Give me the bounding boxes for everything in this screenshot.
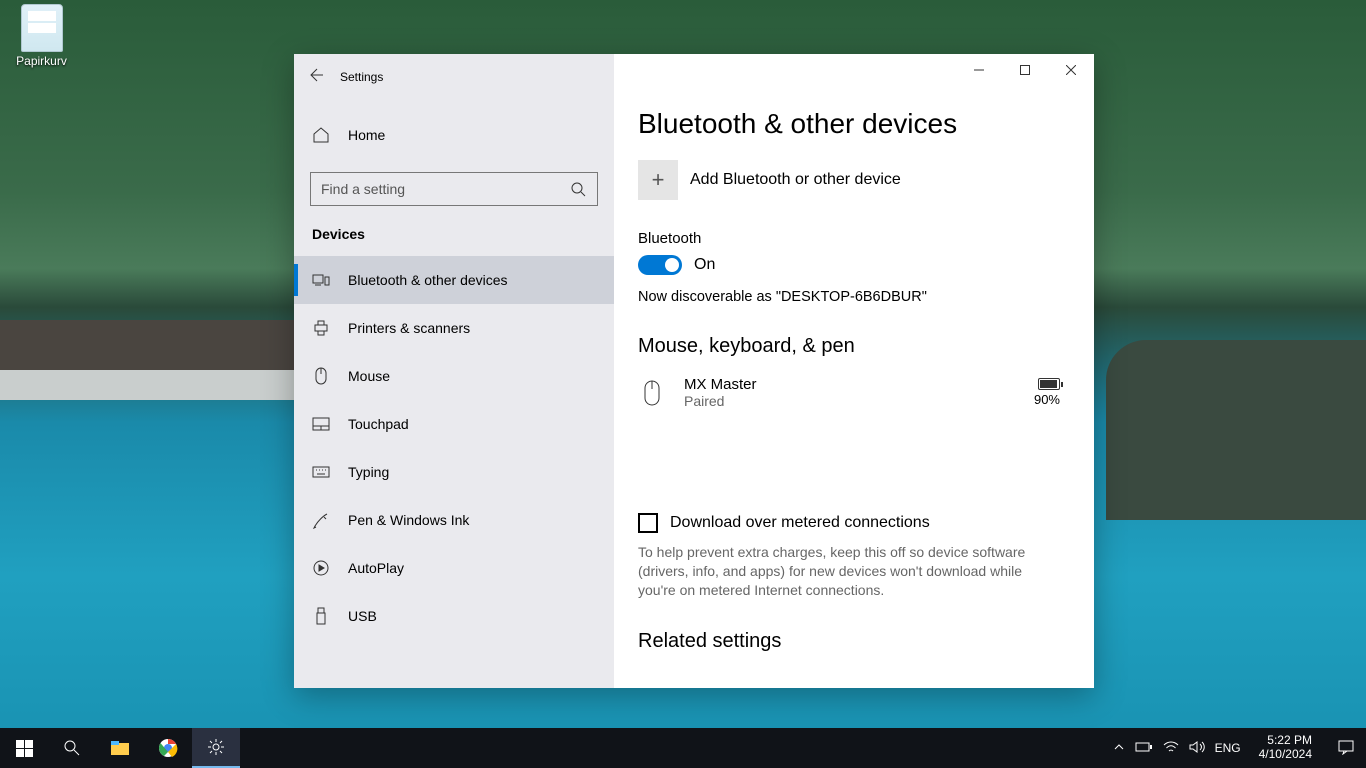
search-input[interactable]: Find a setting	[310, 172, 598, 206]
settings-sidebar: Settings Home Find a setting Devices Blu…	[294, 54, 614, 688]
tray-language[interactable]: ENG	[1215, 741, 1241, 755]
plus-icon: +	[638, 160, 678, 200]
back-button[interactable]	[294, 67, 340, 88]
keyboard-icon	[312, 463, 330, 481]
pen-icon	[312, 511, 330, 529]
nav-mouse[interactable]: Mouse	[294, 352, 614, 400]
nav-usb[interactable]: USB	[294, 592, 614, 640]
devices-icon	[312, 271, 330, 289]
windows-icon	[16, 740, 33, 757]
nav-pen[interactable]: Pen & Windows Ink	[294, 496, 614, 544]
tray-action-center-icon[interactable]	[1330, 739, 1362, 758]
add-device-label: Add Bluetooth or other device	[690, 171, 901, 189]
home-icon	[312, 126, 330, 144]
taskbar-settings[interactable]	[192, 728, 240, 768]
search-icon	[569, 180, 587, 198]
minimize-button[interactable]	[956, 54, 1002, 86]
recycle-bin-icon	[21, 4, 63, 52]
settings-window: Settings Home Find a setting Devices Blu…	[294, 54, 1094, 688]
mouse-icon	[312, 367, 330, 385]
nav-home-label: Home	[348, 127, 385, 143]
usb-icon	[312, 607, 330, 625]
tray-wifi-icon[interactable]	[1163, 740, 1179, 757]
taskbar-chrome[interactable]	[144, 728, 192, 768]
taskbar: ENG 5:22 PM 4/10/2024	[0, 728, 1366, 768]
touchpad-icon	[312, 415, 330, 433]
nav-autoplay[interactable]: AutoPlay	[294, 544, 614, 592]
taskbar-explorer[interactable]	[96, 728, 144, 768]
settings-main: Bluetooth & other devices + Add Bluetoot…	[614, 54, 1094, 688]
start-button[interactable]	[0, 728, 48, 768]
device-row[interactable]: MX Master Paired 90%	[638, 372, 1070, 413]
metered-checkbox[interactable]	[638, 513, 658, 533]
tray-date: 4/10/2024	[1259, 748, 1312, 762]
mouse-icon	[638, 384, 666, 402]
maximize-button[interactable]	[1002, 54, 1048, 86]
tray-time: 5:22 PM	[1259, 734, 1312, 748]
desktop-icon-recycle-bin[interactable]: Papirkurv	[4, 0, 79, 68]
taskbar-search[interactable]	[48, 728, 96, 768]
close-button[interactable]	[1048, 54, 1094, 86]
bluetooth-toggle[interactable]	[638, 255, 682, 275]
tray-battery-icon[interactable]	[1135, 741, 1153, 756]
metered-label: Download over metered connections	[670, 514, 930, 532]
discoverable-text: Now discoverable as "DESKTOP-6B6DBUR"	[638, 289, 1070, 305]
search-placeholder: Find a setting	[321, 181, 405, 197]
nav-touchpad[interactable]: Touchpad	[294, 400, 614, 448]
autoplay-icon	[312, 559, 330, 577]
nav-home[interactable]: Home	[294, 112, 614, 158]
battery-percent: 90%	[1034, 392, 1060, 407]
system-tray: ENG 5:22 PM 4/10/2024	[1113, 734, 1366, 762]
nav-typing[interactable]: Typing	[294, 448, 614, 496]
device-group-heading: Mouse, keyboard, & pen	[638, 335, 1070, 358]
related-settings-heading: Related settings	[638, 630, 1070, 653]
device-status: Paired	[684, 393, 1016, 409]
sidebar-section-label: Devices	[294, 206, 614, 242]
battery-icon	[1038, 378, 1060, 390]
tray-volume-icon[interactable]	[1189, 740, 1205, 757]
bluetooth-label: Bluetooth	[638, 230, 1070, 247]
printer-icon	[312, 319, 330, 337]
window-title: Settings	[340, 70, 383, 84]
sidebar-nav: Bluetooth & other devices Printers & sca…	[294, 256, 614, 640]
page-title: Bluetooth & other devices	[638, 108, 1070, 140]
bluetooth-state: On	[694, 256, 715, 274]
device-name: MX Master	[684, 376, 1016, 393]
nav-bluetooth[interactable]: Bluetooth & other devices	[294, 256, 614, 304]
add-device-button[interactable]: + Add Bluetooth or other device	[638, 160, 1070, 200]
tray-chevron-up-icon[interactable]	[1113, 741, 1125, 756]
desktop-icon-label: Papirkurv	[4, 54, 79, 68]
tray-clock[interactable]: 5:22 PM 4/10/2024	[1251, 734, 1320, 762]
nav-printers[interactable]: Printers & scanners	[294, 304, 614, 352]
metered-help-text: To help prevent extra charges, keep this…	[638, 543, 1058, 600]
